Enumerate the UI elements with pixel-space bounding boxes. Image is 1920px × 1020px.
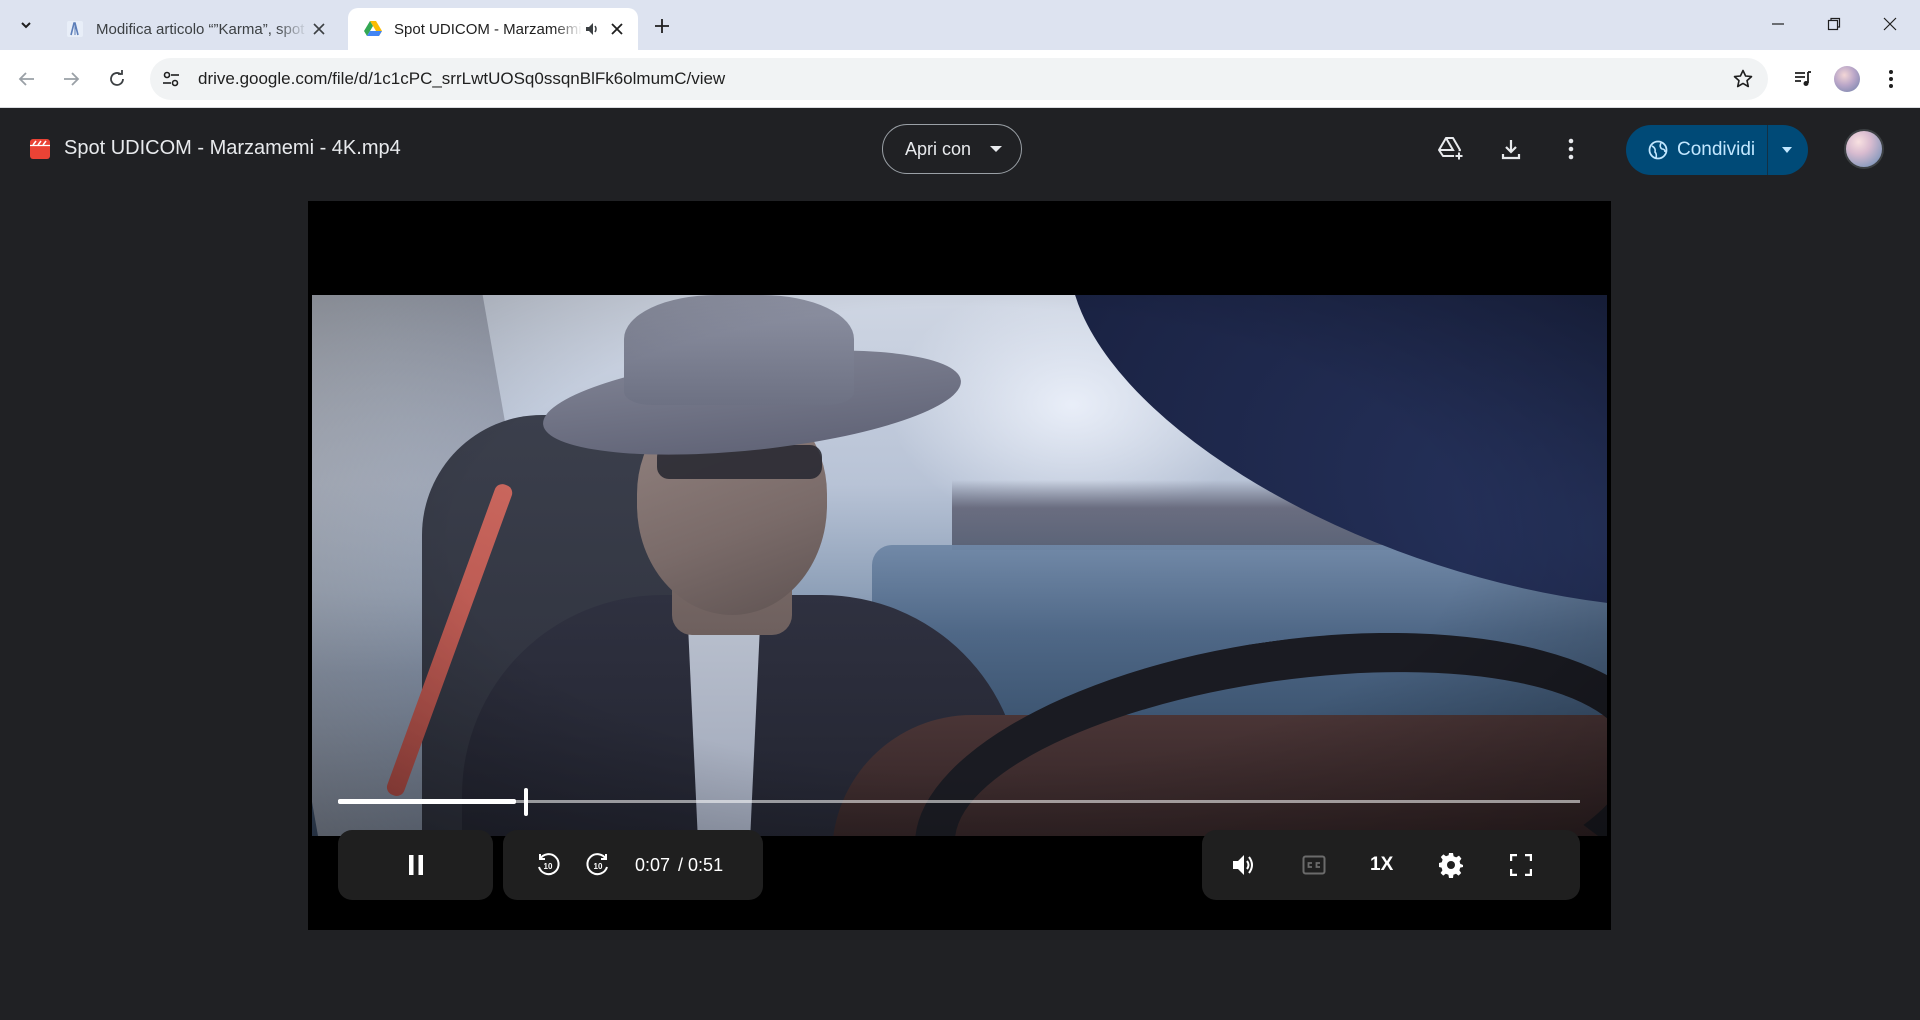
pause-icon [408, 855, 423, 875]
arrow-left-icon [18, 72, 34, 86]
back-button[interactable] [10, 62, 44, 96]
reload-button[interactable] [100, 62, 134, 96]
account-avatar[interactable] [1844, 129, 1884, 169]
settings-button[interactable] [1437, 851, 1465, 879]
rewind-10-button[interactable]: 10 [533, 850, 563, 880]
gear-icon [1439, 853, 1464, 878]
star-icon [1733, 69, 1753, 88]
new-tab-button[interactable] [648, 12, 676, 40]
current-time: 0:07 [635, 854, 671, 875]
forward-10-button[interactable]: 10 [583, 850, 613, 880]
more-actions-button[interactable] [1554, 132, 1588, 166]
minimize-button[interactable] [1750, 0, 1806, 48]
reload-icon [110, 70, 124, 86]
restore-icon [1827, 17, 1841, 31]
globe-icon [1647, 139, 1669, 161]
tab-google-drive[interactable]: Spot UDICOM - Marzamemi - 4K.mp4 - Googl… [348, 8, 638, 50]
captions-button[interactable] [1300, 851, 1328, 879]
seek-bar[interactable] [338, 788, 1580, 816]
video-frame[interactable] [312, 295, 1607, 836]
queue-music-icon [1795, 71, 1811, 86]
video-player[interactable]: 10 10 0:07 / 0:51 1X [308, 201, 1611, 930]
tab-title: Modifica articolo “”Karma”, spot UDICOM [96, 20, 308, 38]
svg-text:10: 10 [544, 862, 553, 871]
arrow-right-icon [64, 72, 80, 86]
chevron-down-icon [21, 22, 31, 29]
download-button[interactable] [1494, 132, 1528, 166]
plus-icon [655, 19, 669, 33]
close-window-button[interactable] [1862, 0, 1918, 48]
volume-icon [1233, 855, 1253, 875]
seek-played [338, 799, 516, 804]
video-scene-vignette [312, 295, 1607, 836]
share-options-button[interactable] [1776, 139, 1798, 161]
open-with-label: Apri con [905, 138, 972, 159]
playback-speed-button[interactable]: 1X [1370, 854, 1393, 876]
share-label: Condividi [1677, 139, 1756, 160]
tab-title: Spot UDICOM - Marzamemi - 4K.mp4 - Googl… [394, 20, 582, 38]
closed-captions-icon [1302, 855, 1326, 875]
close-tab-icon[interactable] [308, 18, 330, 40]
url-text[interactable]: drive.google.com/file/d/1c1cPC_srrLwtUOS… [198, 69, 725, 89]
share-button[interactable]: Condividi [1626, 125, 1808, 175]
browser-toolbar: drive.google.com/file/d/1c1cPC_srrLwtUOS… [0, 50, 1920, 108]
more-vertical-icon [1889, 70, 1893, 88]
minimize-icon [1772, 23, 1784, 25]
avatar [1834, 66, 1860, 92]
seek-handle[interactable] [524, 788, 528, 816]
browser-tabstrip: Modifica articolo “”Karma”, spot UDICOM … [0, 0, 1920, 50]
download-icon [1501, 140, 1521, 160]
replay-10-icon: 10 [538, 853, 560, 876]
duration: / 0:51 [678, 854, 724, 875]
close-tab-icon[interactable] [606, 18, 628, 40]
tune-icon [163, 71, 179, 87]
caret-down-icon [1782, 147, 1792, 153]
drive-add-icon [1438, 137, 1464, 161]
forward-10-icon: 10 [586, 853, 608, 876]
volume-button[interactable] [1230, 851, 1258, 879]
file-title: Spot UDICOM - Marzamemi - 4K.mp4 [64, 137, 401, 159]
bookmark-button[interactable] [1730, 66, 1756, 92]
play-pause-group [338, 830, 493, 900]
video-file-icon [30, 139, 50, 159]
more-vertical-icon [1568, 138, 1574, 160]
address-bar[interactable]: drive.google.com/file/d/1c1cPC_srrLwtUOS… [150, 58, 1768, 100]
media-control-button[interactable] [1786, 62, 1820, 96]
tab-search-button[interactable] [11, 10, 41, 40]
add-shortcut-to-drive-button[interactable] [1434, 132, 1468, 166]
open-with-button[interactable]: Apri con [882, 124, 1022, 174]
close-icon [1883, 17, 1897, 31]
seek-controls-group: 10 10 0:07 / 0:51 [503, 830, 763, 900]
browser-menu-button[interactable] [1874, 62, 1908, 96]
restore-button[interactable] [1806, 0, 1862, 48]
site-info-button[interactable] [156, 64, 186, 94]
wordpress-site-icon [66, 20, 84, 38]
playback-options-group: 1X [1202, 830, 1580, 900]
tab-wordpress[interactable]: Modifica articolo “”Karma”, spot UDICOM [50, 8, 340, 50]
audio-playing-icon[interactable] [582, 19, 602, 39]
drive-viewer-header: Spot UDICOM - Marzamemi - 4K.mp4 Apri co… [0, 108, 1920, 200]
caret-down-icon [990, 146, 1002, 152]
pause-button[interactable] [407, 854, 425, 876]
profile-button[interactable] [1830, 62, 1864, 96]
fullscreen-button[interactable] [1507, 851, 1535, 879]
svg-text:10: 10 [594, 862, 603, 871]
fullscreen-icon [1510, 854, 1533, 876]
divider [1767, 125, 1768, 175]
forward-button[interactable] [54, 62, 88, 96]
google-drive-icon [364, 20, 382, 38]
